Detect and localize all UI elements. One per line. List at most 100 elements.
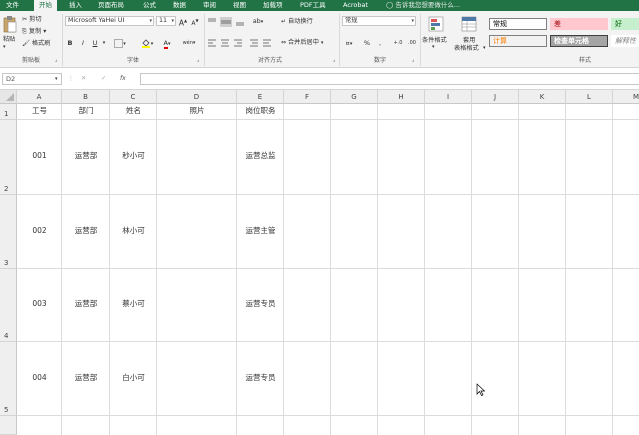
cell-e2[interactable]: 运营总监 (237, 120, 284, 195)
row-header-partial[interactable] (0, 416, 17, 435)
comma-button[interactable]: , (376, 38, 384, 48)
font-size-select[interactable]: 11 ▾ (156, 16, 176, 26)
font-name-select[interactable]: Microsoft YaHei UI ▾ (65, 16, 154, 26)
cell-d3[interactable] (157, 195, 237, 269)
style-normal[interactable]: 常规 (489, 18, 547, 30)
decrease-decimal-button[interactable]: .00 (406, 38, 418, 48)
alignment-launcher-icon[interactable]: ⌟ (333, 56, 335, 65)
table-format-button-line2[interactable]: 表格格式 (454, 44, 479, 53)
format-painter-button[interactable]: 🖌 格式刷 (22, 39, 50, 48)
column-header-h[interactable]: H (378, 90, 425, 104)
select-all-corner[interactable] (0, 90, 17, 104)
orientation-button[interactable]: ab▾ (251, 16, 265, 26)
cell-d1[interactable]: 照片 (157, 105, 237, 116)
number-format-select[interactable]: 常规 ▾ (342, 16, 416, 26)
cell-c5[interactable]: 白小可 (110, 342, 157, 416)
column-header-b[interactable]: B (62, 90, 110, 104)
tab-home[interactable]: 开始 (34, 0, 57, 11)
italic-button[interactable]: I (79, 38, 87, 48)
tab-pdf-tools[interactable]: PDF工具 (300, 0, 326, 11)
row-header-4[interactable]: 4 (0, 269, 17, 342)
name-box[interactable]: D2 (2, 73, 62, 85)
tab-formulas[interactable]: 公式 (143, 0, 156, 11)
column-header-g[interactable]: G (331, 90, 378, 104)
cell-a3[interactable]: 002 (17, 195, 62, 269)
column-header-e[interactable]: E (237, 90, 284, 104)
worksheet-grid[interactable]: ABCDEFGHIJKLM 12345 工号 部门 姓名 照片 岗位职务 001 运营部 秒小… (0, 90, 639, 435)
clipboard-launcher-icon[interactable]: ⌟ (55, 56, 57, 65)
cell-a2[interactable]: 001 (17, 120, 62, 195)
insert-function-icon[interactable]: fx (120, 74, 126, 83)
cell-b1[interactable]: 部门 (62, 105, 110, 116)
vertical-align-icons[interactable] (207, 17, 251, 27)
tab-file[interactable]: 文件 (6, 0, 19, 11)
cut-button[interactable]: ✂ 剪切 (22, 15, 42, 24)
column-header-j[interactable]: J (472, 90, 519, 104)
font-launcher-icon[interactable]: ⌟ (197, 56, 199, 65)
tab-review[interactable]: 审阅 (203, 0, 216, 11)
style-calculation[interactable]: 计算 (489, 35, 547, 47)
cell-d5[interactable] (157, 342, 237, 416)
row-header-5[interactable]: 5 (0, 342, 17, 416)
row-header-1[interactable]: 1 (0, 104, 17, 120)
row-header-2[interactable]: 2 (0, 120, 17, 195)
column-header-c[interactable]: C (110, 90, 157, 104)
conditional-format-dropdown-icon[interactable]: ▾ (432, 43, 435, 52)
table-format-dropdown-icon[interactable]: ▾ (483, 44, 486, 53)
horizontal-align-icons[interactable] (207, 39, 271, 48)
percent-button[interactable]: % (362, 38, 372, 48)
cell-d4[interactable] (157, 269, 237, 342)
cell-b5[interactable]: 运营部 (62, 342, 110, 416)
cell-c4[interactable]: 蔡小可 (110, 269, 157, 342)
increase-decimal-button[interactable]: +.0 (392, 38, 404, 48)
grow-font-button[interactable]: A▲ (178, 16, 188, 28)
cell-a5[interactable]: 004 (17, 342, 62, 416)
cell-c3[interactable]: 林小可 (110, 195, 157, 269)
number-launcher-icon[interactable]: ⌟ (412, 56, 414, 65)
tab-acrobat[interactable]: Acrobat (343, 0, 368, 11)
fill-color-button[interactable]: ▾ (140, 38, 154, 48)
cell-a4[interactable]: 003 (17, 269, 62, 342)
style-bad[interactable]: 差 (550, 18, 608, 30)
tab-insert[interactable]: 插入 (69, 0, 82, 11)
column-header-k[interactable]: K (519, 90, 566, 104)
tab-data[interactable]: 数据 (173, 0, 186, 11)
cell-a1[interactable]: 工号 (17, 105, 62, 116)
confirm-entry-icon[interactable]: ✓ (101, 74, 106, 83)
cancel-entry-icon[interactable]: ✕ (81, 74, 86, 83)
name-box-dropdown-icon[interactable]: ▾ (55, 75, 58, 84)
shrink-font-button[interactable]: A▼ (190, 16, 200, 27)
tab-addins[interactable]: 加载项 (263, 0, 283, 11)
column-header-a[interactable]: A (17, 90, 62, 104)
merge-center-button[interactable]: ⇔ 合并后居中 ▾ (281, 38, 323, 48)
bold-button[interactable]: B (66, 38, 74, 48)
tab-page-layout[interactable]: 页面布局 (98, 0, 124, 11)
formula-input[interactable] (140, 73, 639, 85)
table-format-icon[interactable] (461, 16, 477, 32)
column-header-f[interactable]: F (284, 90, 331, 104)
tell-me-search[interactable]: ◯ 告诉我您想要做什么... (386, 0, 460, 11)
cell-e1[interactable]: 岗位职务 (237, 105, 284, 116)
border-button[interactable]: ▾ (113, 38, 127, 48)
cell-b4[interactable]: 运营部 (62, 269, 110, 342)
font-color-button[interactable]: A▾ (160, 38, 174, 49)
underline-dropdown-icon[interactable]: ▾ (101, 38, 107, 48)
conditional-format-icon[interactable] (428, 16, 444, 32)
style-check-cell[interactable]: 检查单元格 (550, 35, 608, 47)
style-good[interactable]: 好 (611, 18, 639, 30)
underline-button[interactable]: U (91, 38, 99, 48)
column-header-d[interactable]: D (157, 90, 237, 104)
paste-dropdown-icon[interactable]: ▾ (3, 43, 6, 52)
column-header-i[interactable]: I (425, 90, 472, 104)
phonetic-button[interactable]: wén▾ (180, 38, 198, 48)
cell-b2[interactable]: 运营部 (62, 120, 110, 195)
cell-e3[interactable]: 运营主管 (237, 195, 284, 269)
accounting-format-button[interactable]: ¤▾ (342, 38, 356, 48)
cell-b3[interactable]: 运营部 (62, 195, 110, 269)
cell-d2[interactable] (157, 120, 237, 195)
tab-view[interactable]: 视图 (233, 0, 246, 11)
column-header-m[interactable]: M (613, 90, 639, 104)
paste-icon[interactable] (3, 15, 17, 33)
cell-c1[interactable]: 姓名 (110, 105, 157, 116)
column-header-l[interactable]: L (566, 90, 613, 104)
